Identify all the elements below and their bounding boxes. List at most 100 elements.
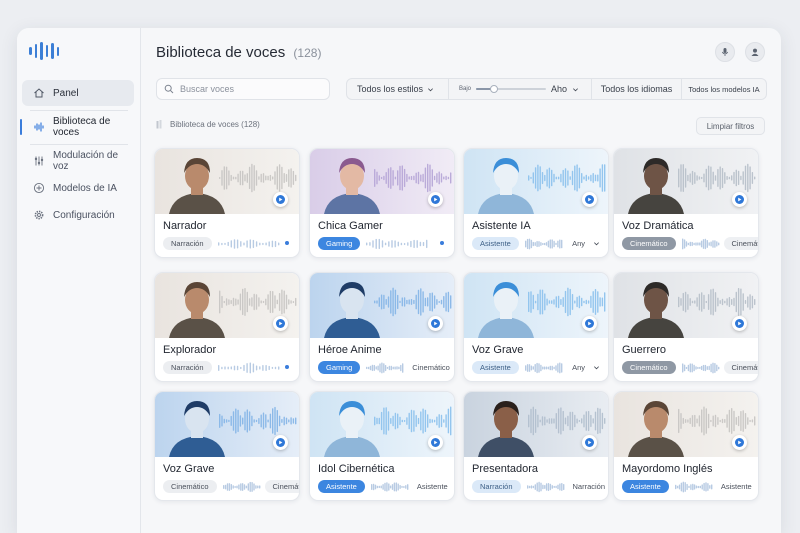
waveform-icon bbox=[34, 122, 44, 132]
variant-select[interactable]: Any bbox=[572, 363, 585, 372]
microphone-button[interactable] bbox=[715, 42, 735, 62]
play-button[interactable] bbox=[582, 316, 597, 331]
voice-name: Idol Cibernética bbox=[318, 463, 395, 475]
play-icon bbox=[588, 197, 592, 202]
voice-name: Explorador bbox=[163, 344, 217, 356]
voice-card[interactable]: Idol Cibernética Asistente Asistente bbox=[309, 391, 455, 501]
voice-meta-row: Cinemático Cinemático bbox=[622, 360, 758, 374]
play-icon bbox=[738, 321, 742, 326]
category-badge[interactable]: Narración bbox=[163, 360, 212, 374]
play-button[interactable] bbox=[428, 192, 443, 207]
waveform-preview bbox=[680, 237, 720, 250]
category-badge[interactable]: Gaming bbox=[318, 236, 361, 250]
play-icon bbox=[588, 440, 592, 445]
play-button[interactable] bbox=[582, 435, 597, 450]
sidebar-item-panel[interactable]: Panel bbox=[22, 80, 134, 106]
voice-name: Asistente IA bbox=[472, 220, 531, 232]
voice-meta-row: Cinemático Cinemático bbox=[622, 236, 758, 250]
ai-model-icon bbox=[33, 182, 45, 194]
sidebar-item-label: Modulación de voz bbox=[53, 150, 119, 172]
category-badge[interactable]: Asistente bbox=[622, 479, 669, 493]
library-count-label: Biblioteca de voces (128) bbox=[170, 120, 260, 129]
waveform-preview bbox=[680, 361, 720, 374]
voice-name: Héroe Anime bbox=[318, 344, 382, 356]
play-button[interactable] bbox=[582, 192, 597, 207]
play-button[interactable] bbox=[732, 316, 747, 331]
voice-name: Guerrero bbox=[622, 344, 667, 356]
play-icon bbox=[279, 197, 283, 202]
sidebar-nav: Panel Biblioteca de voces Modulación de … bbox=[20, 80, 134, 229]
status-dot bbox=[285, 241, 289, 245]
voice-card[interactable]: Voz Grave Cinemático Cinemático bbox=[154, 391, 300, 501]
category-badge[interactable]: Asistente bbox=[472, 360, 519, 374]
voice-meta-row: Narración bbox=[163, 236, 291, 250]
category-badge[interactable]: Narración bbox=[472, 479, 521, 493]
variant-select[interactable]: Any bbox=[572, 239, 585, 248]
clear-filters-button[interactable]: Limpiar filtros bbox=[696, 117, 765, 135]
voice-card[interactable]: Voz Dramática Cinemático Cinemático bbox=[613, 148, 759, 258]
secondary-badge: Cinemático bbox=[723, 236, 758, 250]
category-badge[interactable]: Cinemático bbox=[163, 479, 217, 493]
search-input[interactable] bbox=[180, 84, 320, 94]
voice-card[interactable]: Presentadora Narración Narración bbox=[463, 391, 609, 501]
home-icon bbox=[34, 88, 44, 98]
status-dot bbox=[285, 365, 289, 369]
sidebar-item-ai-models[interactable]: Modelos de IA bbox=[22, 175, 134, 201]
sidebar-item-voice-modulation[interactable]: Modulación de voz bbox=[22, 148, 134, 174]
sidebar-item-label: Modelos de IA bbox=[53, 182, 117, 194]
voice-card[interactable]: Narrador Narración bbox=[154, 148, 300, 258]
play-icon bbox=[279, 440, 283, 445]
play-icon bbox=[738, 440, 742, 445]
voice-card[interactable]: Chica Gamer Gaming bbox=[309, 148, 455, 258]
style-filter-dropdown[interactable]: Todos los estilos bbox=[347, 79, 449, 99]
sidebar-item-voice-library[interactable]: Biblioteca de voces bbox=[20, 114, 134, 140]
voice-name: Chica Gamer bbox=[318, 220, 383, 232]
play-button[interactable] bbox=[273, 435, 288, 450]
waveform-preview bbox=[364, 237, 436, 250]
user-avatar-button[interactable] bbox=[745, 42, 765, 62]
microphone-icon bbox=[721, 48, 729, 56]
avatar-icon bbox=[751, 48, 759, 56]
sidebar-item-label: Configuración bbox=[53, 209, 115, 221]
voice-count: (128) bbox=[293, 46, 322, 60]
chevron-down-icon bbox=[573, 87, 579, 91]
pitch-slider[interactable]: Bajo Aho bbox=[449, 79, 592, 99]
pitch-track[interactable] bbox=[476, 85, 547, 93]
voice-name: Voz Dramática bbox=[622, 220, 694, 232]
play-icon bbox=[738, 197, 742, 202]
play-icon bbox=[588, 321, 592, 326]
voice-meta-row: Asistente Any bbox=[472, 236, 600, 250]
voice-card[interactable]: Voz Grave Asistente Any bbox=[463, 272, 609, 382]
waveform-preview bbox=[216, 361, 281, 374]
play-button[interactable] bbox=[732, 435, 747, 450]
voice-card[interactable]: Asistente IA Asistente Any bbox=[463, 148, 609, 258]
play-button[interactable] bbox=[273, 192, 288, 207]
voice-meta-row: Narración bbox=[163, 360, 291, 374]
search-icon bbox=[164, 84, 174, 94]
category-badge[interactable]: Narración bbox=[163, 236, 212, 250]
language-filter-label: Todos los idiomas bbox=[600, 84, 673, 94]
play-button[interactable] bbox=[273, 316, 288, 331]
category-badge[interactable]: Cinemático bbox=[622, 360, 676, 374]
voice-card[interactable]: Mayordomo Inglés Asistente Asistente bbox=[613, 391, 759, 501]
language-filter-dropdown[interactable]: Todos los idiomas bbox=[592, 79, 682, 99]
secondary-badge: Asistente bbox=[720, 481, 752, 491]
play-button[interactable] bbox=[732, 192, 747, 207]
waveform-preview bbox=[221, 480, 261, 492]
search-box[interactable] bbox=[156, 78, 330, 100]
divider bbox=[30, 144, 128, 145]
model-filter-dropdown[interactable]: Todos los modelos IA bbox=[682, 79, 766, 99]
category-badge[interactable]: Asistente bbox=[318, 479, 365, 493]
play-button[interactable] bbox=[428, 435, 443, 450]
sidebar-item-settings[interactable]: Configuración bbox=[22, 202, 134, 228]
voice-meta-row: Asistente Asistente bbox=[318, 479, 448, 493]
category-badge[interactable]: Asistente bbox=[472, 236, 519, 250]
pitch-handle[interactable] bbox=[489, 85, 498, 93]
category-badge[interactable]: Cinemático bbox=[622, 236, 676, 250]
play-icon bbox=[279, 321, 283, 326]
voice-card[interactable]: Héroe Anime Gaming Cinemático bbox=[309, 272, 455, 382]
voice-card[interactable]: Guerrero Cinemático Cinemático bbox=[613, 272, 759, 382]
play-button[interactable] bbox=[428, 316, 443, 331]
category-badge[interactable]: Gaming bbox=[318, 360, 361, 374]
voice-card[interactable]: Explorador Narración bbox=[154, 272, 300, 382]
